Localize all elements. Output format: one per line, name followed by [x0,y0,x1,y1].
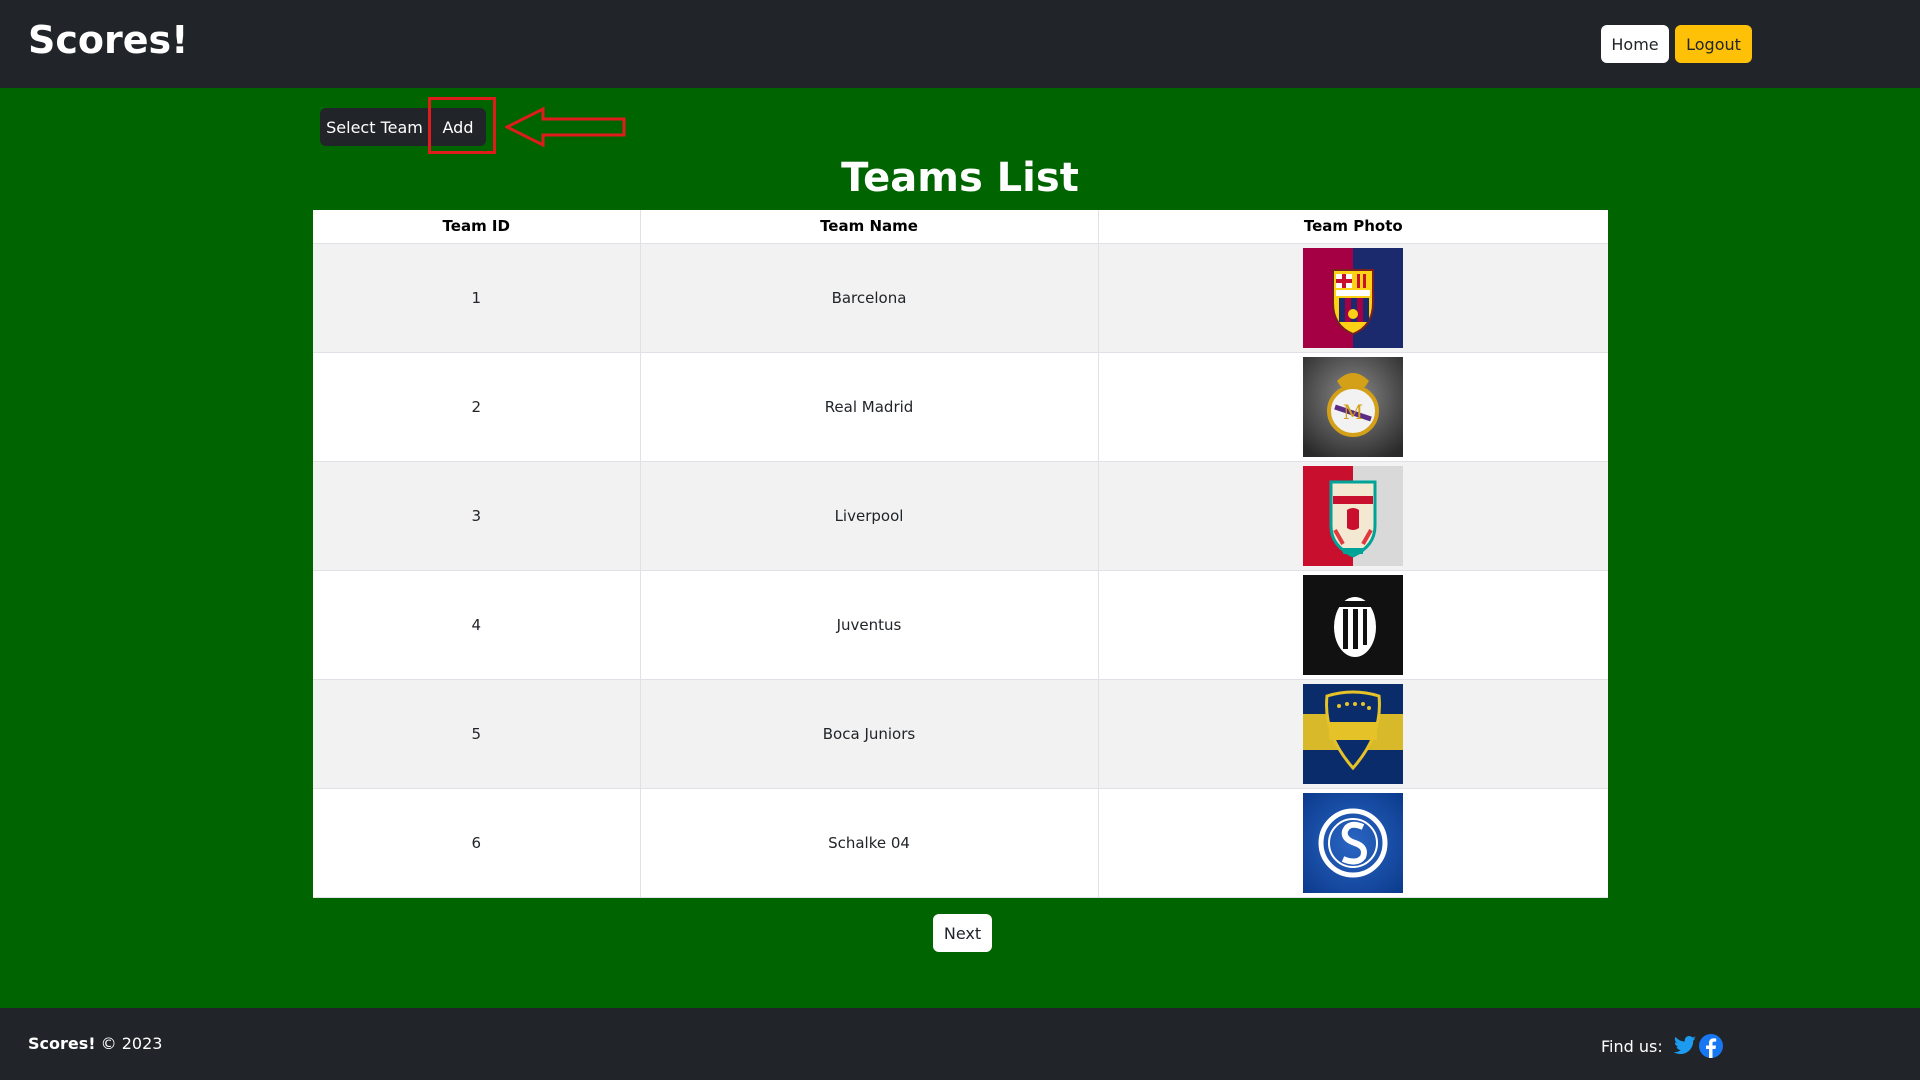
team-id-cell: 4 [313,570,641,680]
navbar: Scores! Home Logout [0,0,1920,88]
facebook-icon[interactable] [1698,1034,1723,1058]
team-id-cell: 2 [313,352,641,462]
brand-logo[interactable]: Scores! [28,18,188,62]
team-name-cell: Schalke 04 [640,788,1099,898]
column-header-team-id: Team ID [313,210,641,244]
table-row: 5 Boca Juniors [313,679,1608,789]
footer-copyright-text: © 2023 [100,1034,163,1053]
team-id-cell: 5 [313,679,641,789]
team-photo-cell [1098,570,1608,680]
footer: Scores! © 2023 Find us: [0,1008,1920,1080]
footer-brand: Scores! [28,1034,96,1053]
twitter-icon[interactable] [1673,1035,1697,1057]
team-action-group: Select Team Add [320,108,486,146]
team-name-cell: Real Madrid [640,352,1099,462]
team-id-cell: 6 [313,788,641,898]
logout-button[interactable]: Logout [1675,25,1752,63]
column-header-team-photo: Team Photo [1098,210,1608,244]
next-page-button[interactable]: Next [933,914,992,952]
select-team-button[interactable]: Select Team [320,108,430,146]
boca-juniors-crest-icon [1303,683,1404,784]
team-name-cell: Liverpool [640,461,1099,571]
footer-social: Find us: [1601,1034,1723,1058]
real-madrid-crest-icon: M [1303,356,1404,457]
team-name-cell: Barcelona [640,243,1099,353]
team-photo-cell [1098,679,1608,789]
table-row: 2 Real Madrid M [313,352,1608,462]
team-photo-cell [1098,461,1608,571]
annotation-arrow-icon [505,106,626,148]
add-button[interactable]: Add [430,108,486,146]
team-photo-cell: M [1098,352,1608,462]
table-row: 1 Barcelona [313,243,1608,353]
footer-copyright: Scores! © 2023 [28,1034,162,1053]
team-photo-cell [1098,243,1608,353]
teams-table: Team ID Team Name Team Photo 1 Barcelona [313,210,1608,898]
table-header-row: Team ID Team Name Team Photo [313,210,1608,244]
juventus-crest-icon [1303,574,1404,675]
schalke-crest-icon [1303,792,1404,893]
page-title: Teams List [841,155,1079,201]
table-row: 3 Liverpool [313,461,1608,571]
barcelona-crest-icon [1303,247,1404,348]
team-name-cell: Boca Juniors [640,679,1099,789]
column-header-team-name: Team Name [640,210,1099,244]
table-row: 4 Juventus [313,570,1608,680]
home-button[interactable]: Home [1601,25,1669,63]
team-id-cell: 1 [313,243,641,353]
team-photo-cell [1098,788,1608,898]
svg-text:M: M [1343,400,1363,424]
team-id-cell: 3 [313,461,641,571]
liverpool-crest-icon [1303,465,1404,566]
find-us-label: Find us: [1601,1036,1663,1056]
table-row: 6 Schalke 04 [313,788,1608,898]
team-name-cell: Juventus [640,570,1099,680]
